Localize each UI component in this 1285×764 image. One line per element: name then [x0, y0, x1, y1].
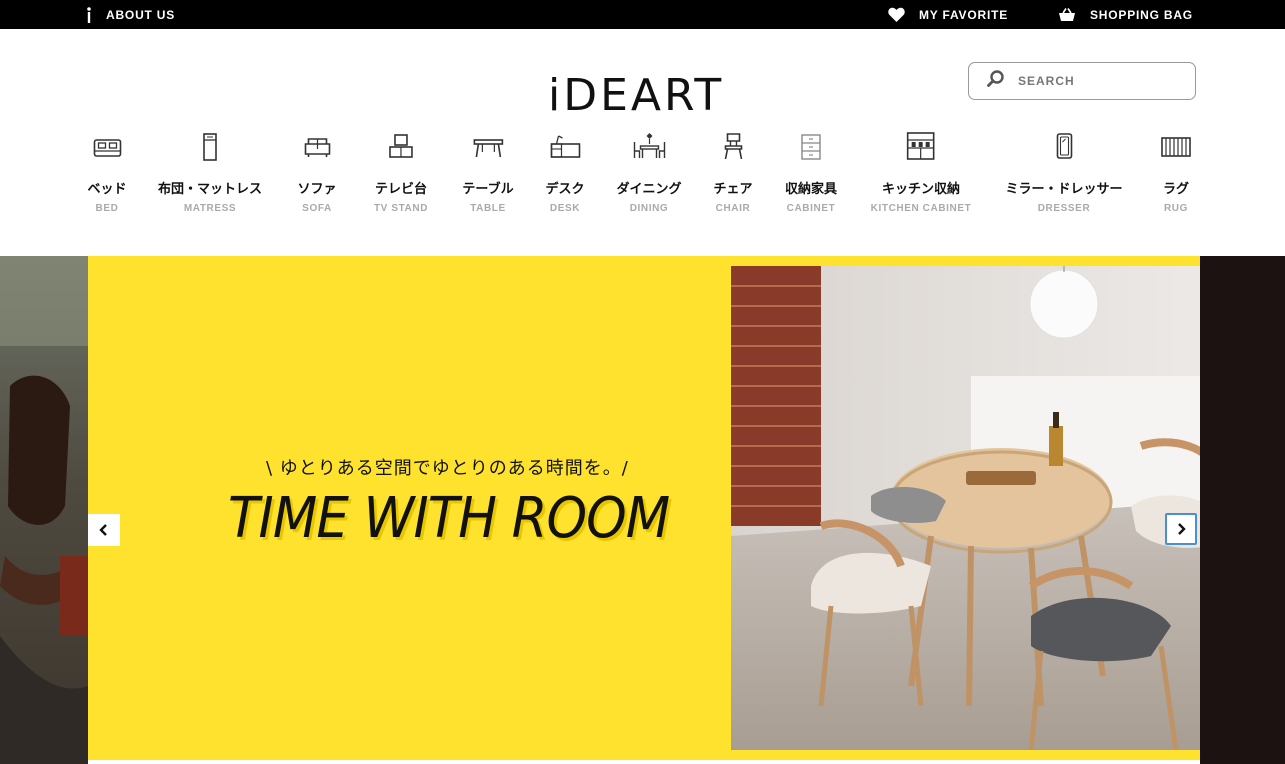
- about-us-link[interactable]: ABOUT US: [86, 0, 175, 29]
- category-rug-jp: ラグ: [1162, 182, 1189, 197]
- category-mattress-en: MATRESS: [183, 203, 237, 214]
- top-bar: ABOUT US MY FAVORITE SHOPPING BAG: [0, 0, 1285, 29]
- dining-icon: [633, 133, 665, 158]
- my-favorite-label: MY FAVORITE: [919, 7, 1009, 22]
- category-mattress[interactable]: 布団・マットレス MATRESS: [158, 130, 262, 214]
- search-icon: [987, 70, 1004, 92]
- category-dresser-jp: ミラー・ドレッサー: [1005, 182, 1123, 197]
- category-kitchen-cabinet-jp: キッチン収納: [881, 182, 961, 197]
- category-table-jp: テーブル: [462, 182, 514, 197]
- logo-wordmark: iDEART: [548, 70, 724, 121]
- category-bed[interactable]: ベッド BED: [87, 130, 127, 214]
- category-desk[interactable]: デスク DESK: [545, 130, 585, 214]
- category-nav: ベッド BED 布団・マットレス MATRESS ソファ SOFA テレビ台 T…: [0, 130, 1285, 230]
- slider-prev-button[interactable]: [88, 514, 120, 546]
- chevron-left-icon: [99, 524, 107, 536]
- category-chair-en: CHAIR: [715, 203, 751, 214]
- chair-icon: [724, 133, 742, 160]
- dining-room-image: [731, 266, 1278, 750]
- category-chair[interactable]: チェア CHAIR: [713, 130, 753, 214]
- category-cabinet-en: CABINET: [786, 203, 836, 214]
- rug-icon: [1161, 137, 1191, 157]
- category-sofa-en: SOFA: [302, 203, 332, 214]
- kitchen-cabinet-icon: [907, 132, 935, 160]
- next-slide-peek: [1200, 256, 1285, 764]
- info-icon: [86, 6, 92, 23]
- category-sofa-jp: ソファ: [297, 182, 337, 197]
- slide-headline: TIME WITH ROOM: [228, 486, 670, 551]
- sofa-icon: [304, 138, 330, 157]
- chevron-right-icon: [1178, 523, 1186, 535]
- about-us-label: ABOUT US: [106, 7, 176, 22]
- dining-set-photo: [731, 266, 1278, 750]
- basket-icon: [1058, 7, 1076, 22]
- category-mattress-jp: 布団・マットレス: [157, 182, 263, 197]
- category-cabinet[interactable]: 収納家具 CABINET: [785, 130, 837, 214]
- current-slide[interactable]: \ ゆとりある空間でゆとりのある時間を。/ TIME WITH ROOM: [88, 256, 1278, 760]
- category-dining-jp: ダイニング: [616, 182, 682, 197]
- category-tv-stand-jp: テレビ台: [374, 182, 427, 197]
- category-desk-jp: デスク: [545, 182, 585, 197]
- category-table[interactable]: テーブル TABLE: [462, 130, 514, 214]
- search-input[interactable]: [1016, 73, 1190, 89]
- ideart-logo[interactable]: iDEART: [548, 70, 738, 121]
- rocking-horse-photo: [0, 256, 88, 764]
- category-rug[interactable]: ラグ RUG: [1159, 130, 1193, 214]
- table-icon: [473, 139, 503, 158]
- shopping-bag-link[interactable]: SHOPPING BAG: [1058, 0, 1193, 29]
- bed-icon: [93, 139, 121, 157]
- desk-icon: [550, 135, 580, 158]
- category-tv-stand[interactable]: テレビ台 TV STAND: [374, 130, 428, 214]
- category-dining-en: DINING: [629, 203, 669, 214]
- shopping-bag-label: SHOPPING BAG: [1090, 7, 1193, 22]
- logo-text: iDEART: [548, 70, 724, 116]
- category-dresser-en: DRESSER: [1037, 203, 1091, 214]
- category-rug-en: RUG: [1163, 203, 1189, 214]
- slider-next-button[interactable]: [1165, 513, 1197, 545]
- category-sofa[interactable]: ソファ SOFA: [297, 130, 337, 214]
- slide-tagline: \ ゆとりある空間でゆとりのある時間を。/: [266, 458, 629, 479]
- category-bed-jp: ベッド: [87, 182, 127, 197]
- cabinet-icon: [801, 134, 821, 160]
- mattress-icon: [203, 133, 217, 161]
- category-dining[interactable]: ダイニング DINING: [616, 130, 682, 214]
- search-box[interactable]: [968, 62, 1196, 100]
- category-kitchen-cabinet-en: KITCHEN CABINET: [870, 203, 972, 214]
- tv-stand-icon: [389, 134, 413, 158]
- category-cabinet-jp: 収納家具: [784, 182, 838, 197]
- dresser-icon: [1056, 133, 1072, 159]
- category-table-en: TABLE: [470, 203, 506, 214]
- category-desk-en: DESK: [549, 203, 581, 214]
- category-tv-stand-en: TV STAND: [373, 203, 429, 214]
- category-kitchen-cabinet[interactable]: キッチン収納 KITCHEN CABINET: [871, 130, 972, 214]
- hero-slider: \ ゆとりある空間でゆとりのある時間を。/ TIME WITH ROOM: [0, 256, 1285, 764]
- previous-slide-peek: [0, 256, 88, 764]
- category-bed-en: BED: [95, 203, 119, 214]
- heart-icon: [888, 7, 905, 22]
- my-favorite-link[interactable]: MY FAVORITE: [888, 0, 1008, 29]
- category-chair-jp: チェア: [713, 182, 753, 197]
- category-dresser[interactable]: ミラー・ドレッサー DRESSER: [1005, 130, 1123, 214]
